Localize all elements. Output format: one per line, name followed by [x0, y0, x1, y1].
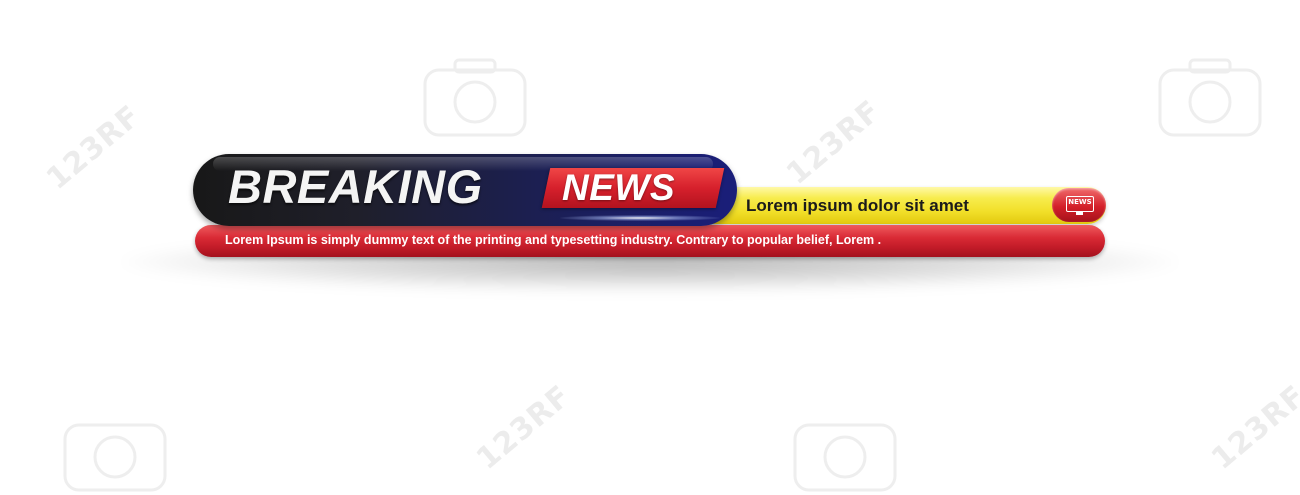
watermark-camera-icon — [63, 423, 167, 492]
tv-monitor-icon: NEWS — [1066, 196, 1094, 212]
ticker-text: Lorem Ipsum is simply dummy text of the … — [225, 233, 882, 247]
light-flare — [560, 215, 720, 221]
watermark-text: 123RF — [780, 93, 888, 192]
news-badge: NEWS — [1052, 188, 1106, 222]
watermark-text: 123RF — [1205, 378, 1300, 477]
watermark-text: 123RF — [40, 98, 148, 197]
news-title: NEWS — [562, 167, 675, 208]
breaking-title: BREAKING — [228, 160, 483, 213]
tv-stand-icon — [1076, 212, 1083, 215]
headline-text: Lorem ipsum dolor sit amet — [746, 196, 969, 215]
watermark-camera-icon — [423, 58, 527, 137]
watermark-camera-icon — [1158, 58, 1262, 137]
badge-label: NEWS — [1068, 198, 1092, 206]
watermark-text: 123RF — [470, 378, 578, 477]
watermark-camera-icon — [793, 423, 897, 492]
